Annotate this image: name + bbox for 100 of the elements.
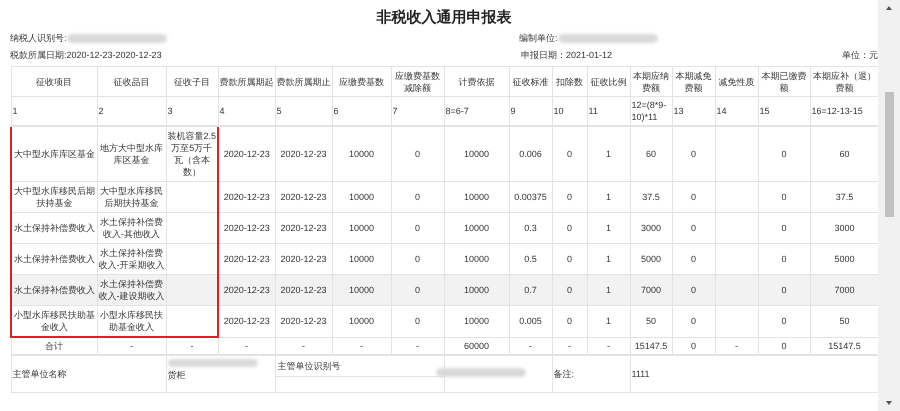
total-cell: - (607, 340, 610, 351)
table-cell: 0.005 (519, 316, 542, 326)
tax-period: 税款所属日期:2020-12-23-2020-12-23 (10, 49, 162, 62)
table-cell: 2020-12-23 (224, 149, 270, 159)
column-number: 9 (509, 96, 552, 126)
column-number: 7 (391, 96, 444, 126)
total-cell: - (416, 340, 419, 351)
table-cell: 0.006 (519, 149, 542, 159)
table-cell: 7000 (834, 285, 855, 295)
column-number: 6 (332, 96, 391, 126)
table-cell: 60 (839, 149, 850, 159)
authority-name-label: 主管单位名称 (12, 369, 66, 379)
report-date: 申报日期：2021-01-12 (520, 49, 612, 62)
column-number: 12=(8*9-10)*11 (630, 96, 672, 126)
remarks-label: 备注: (554, 369, 574, 379)
table-cell: 2020-12-23 (280, 149, 327, 159)
table-cell: 0 (781, 254, 786, 264)
table-cell: 10000 (464, 285, 490, 295)
scroll-thumb[interactable] (884, 92, 894, 217)
table-cell: 10000 (348, 223, 374, 233)
table-cell: 10000 (348, 285, 374, 295)
scroll-down-icon[interactable] (885, 399, 893, 407)
table-cell: 3000 (640, 223, 662, 233)
table-cell: 0 (781, 316, 786, 326)
scrollbar[interactable] (878, 0, 900, 411)
table-cell: 0.3 (524, 223, 537, 233)
table-cell: 大中型水库移民后期扶持基金 (100, 186, 163, 208)
table-cell: 0 (566, 254, 572, 264)
table-cell: 0 (781, 223, 786, 233)
table-cell: 50 (646, 316, 656, 326)
column-header: 征收比例 (587, 66, 630, 96)
total-cell: - (190, 341, 194, 351)
table-cell: 2020-12-23 (224, 285, 270, 295)
table-cell: 0 (566, 192, 572, 202)
table-cell: 0 (690, 316, 696, 326)
report-title: 非税收入通用申报表 (376, 8, 512, 28)
total-cell: - (302, 340, 305, 351)
table-cell: 水土保持补偿费收入-建设期收入 (98, 279, 164, 301)
column-header: 费款所属期止 (275, 66, 332, 96)
table-cell: 37.5 (836, 192, 854, 202)
table-cell: 1 (606, 316, 611, 326)
column-header: 征收子目 (166, 66, 218, 96)
column-number: 2 (97, 96, 166, 126)
table-cell: 0.00375 (514, 192, 547, 202)
table-cell: 0 (414, 192, 420, 202)
table-cell: 10000 (348, 316, 374, 326)
table-cell: 2020-12-23 (280, 254, 327, 264)
total-cell: 15147.5 (634, 340, 668, 351)
total-cell: 0 (690, 340, 696, 351)
table-cell: 2020-12-23 (224, 192, 270, 202)
column-number: 15 (758, 96, 810, 126)
table-cell: 0 (781, 192, 786, 202)
column-number: 1 (11, 96, 97, 126)
table-cell: 2020-12-23 (224, 316, 270, 326)
column-number: 4 (218, 96, 275, 126)
table-cell: 10000 (464, 192, 490, 202)
column-number: 3 (166, 96, 218, 126)
table-cell: 大中型水库库区基金 (14, 149, 95, 159)
table-cell: 大中型水库移民后期扶持基金 (14, 186, 95, 208)
table-cell: 10000 (348, 192, 374, 202)
column-number: 14 (715, 96, 758, 126)
total-cell: - (130, 341, 133, 351)
table-cell: 0 (566, 285, 572, 295)
column-header: 费款所属期起 (218, 66, 275, 96)
table-cell: 0 (566, 316, 572, 326)
table-cell: 1 (606, 192, 611, 202)
table-cell: 1 (606, 254, 611, 264)
total-cell: - (360, 340, 363, 351)
total-cell: 60000 (464, 340, 490, 351)
column-header: 应缴费基数减除额 (391, 66, 444, 96)
table-cell: 5000 (834, 254, 855, 264)
table-cell: 10000 (464, 223, 490, 233)
table-cell: 50 (839, 316, 850, 326)
table-cell: 0 (414, 254, 420, 264)
column-header: 减免性质 (715, 66, 758, 96)
total-cell: - (735, 340, 738, 351)
table-cell: 0 (781, 149, 786, 159)
table-cell: 2020-12-23 (280, 285, 327, 295)
table-cell: 2020-12-23 (280, 223, 327, 233)
table-cell: 水土保持补偿费收入-其他收入 (100, 217, 163, 239)
scroll-up-icon[interactable] (885, 4, 893, 12)
total-cell: - (529, 340, 532, 351)
column-header: 计费依据 (444, 66, 509, 96)
table-cell: 0 (414, 285, 420, 295)
table-cell: 0.7 (524, 285, 537, 295)
table-cell: 2020-12-23 (224, 254, 270, 264)
table-cell: 3000 (834, 223, 855, 233)
table-cell: 10000 (348, 254, 374, 264)
table-cell: 0 (690, 192, 696, 202)
table-cell: 5000 (640, 254, 662, 264)
table-cell: 1 (606, 223, 611, 233)
table-cell: 0 (566, 223, 572, 233)
column-number: 10 (552, 96, 587, 126)
table-cell: 0 (414, 149, 420, 159)
table-cell: 0 (781, 285, 786, 295)
table-cell: 2020-12-23 (280, 316, 327, 326)
table-cell: 2020-12-23 (224, 223, 270, 233)
table-cell: 10000 (464, 149, 490, 159)
table-cell: 0 (690, 149, 696, 159)
table-cell: 0 (690, 285, 696, 295)
